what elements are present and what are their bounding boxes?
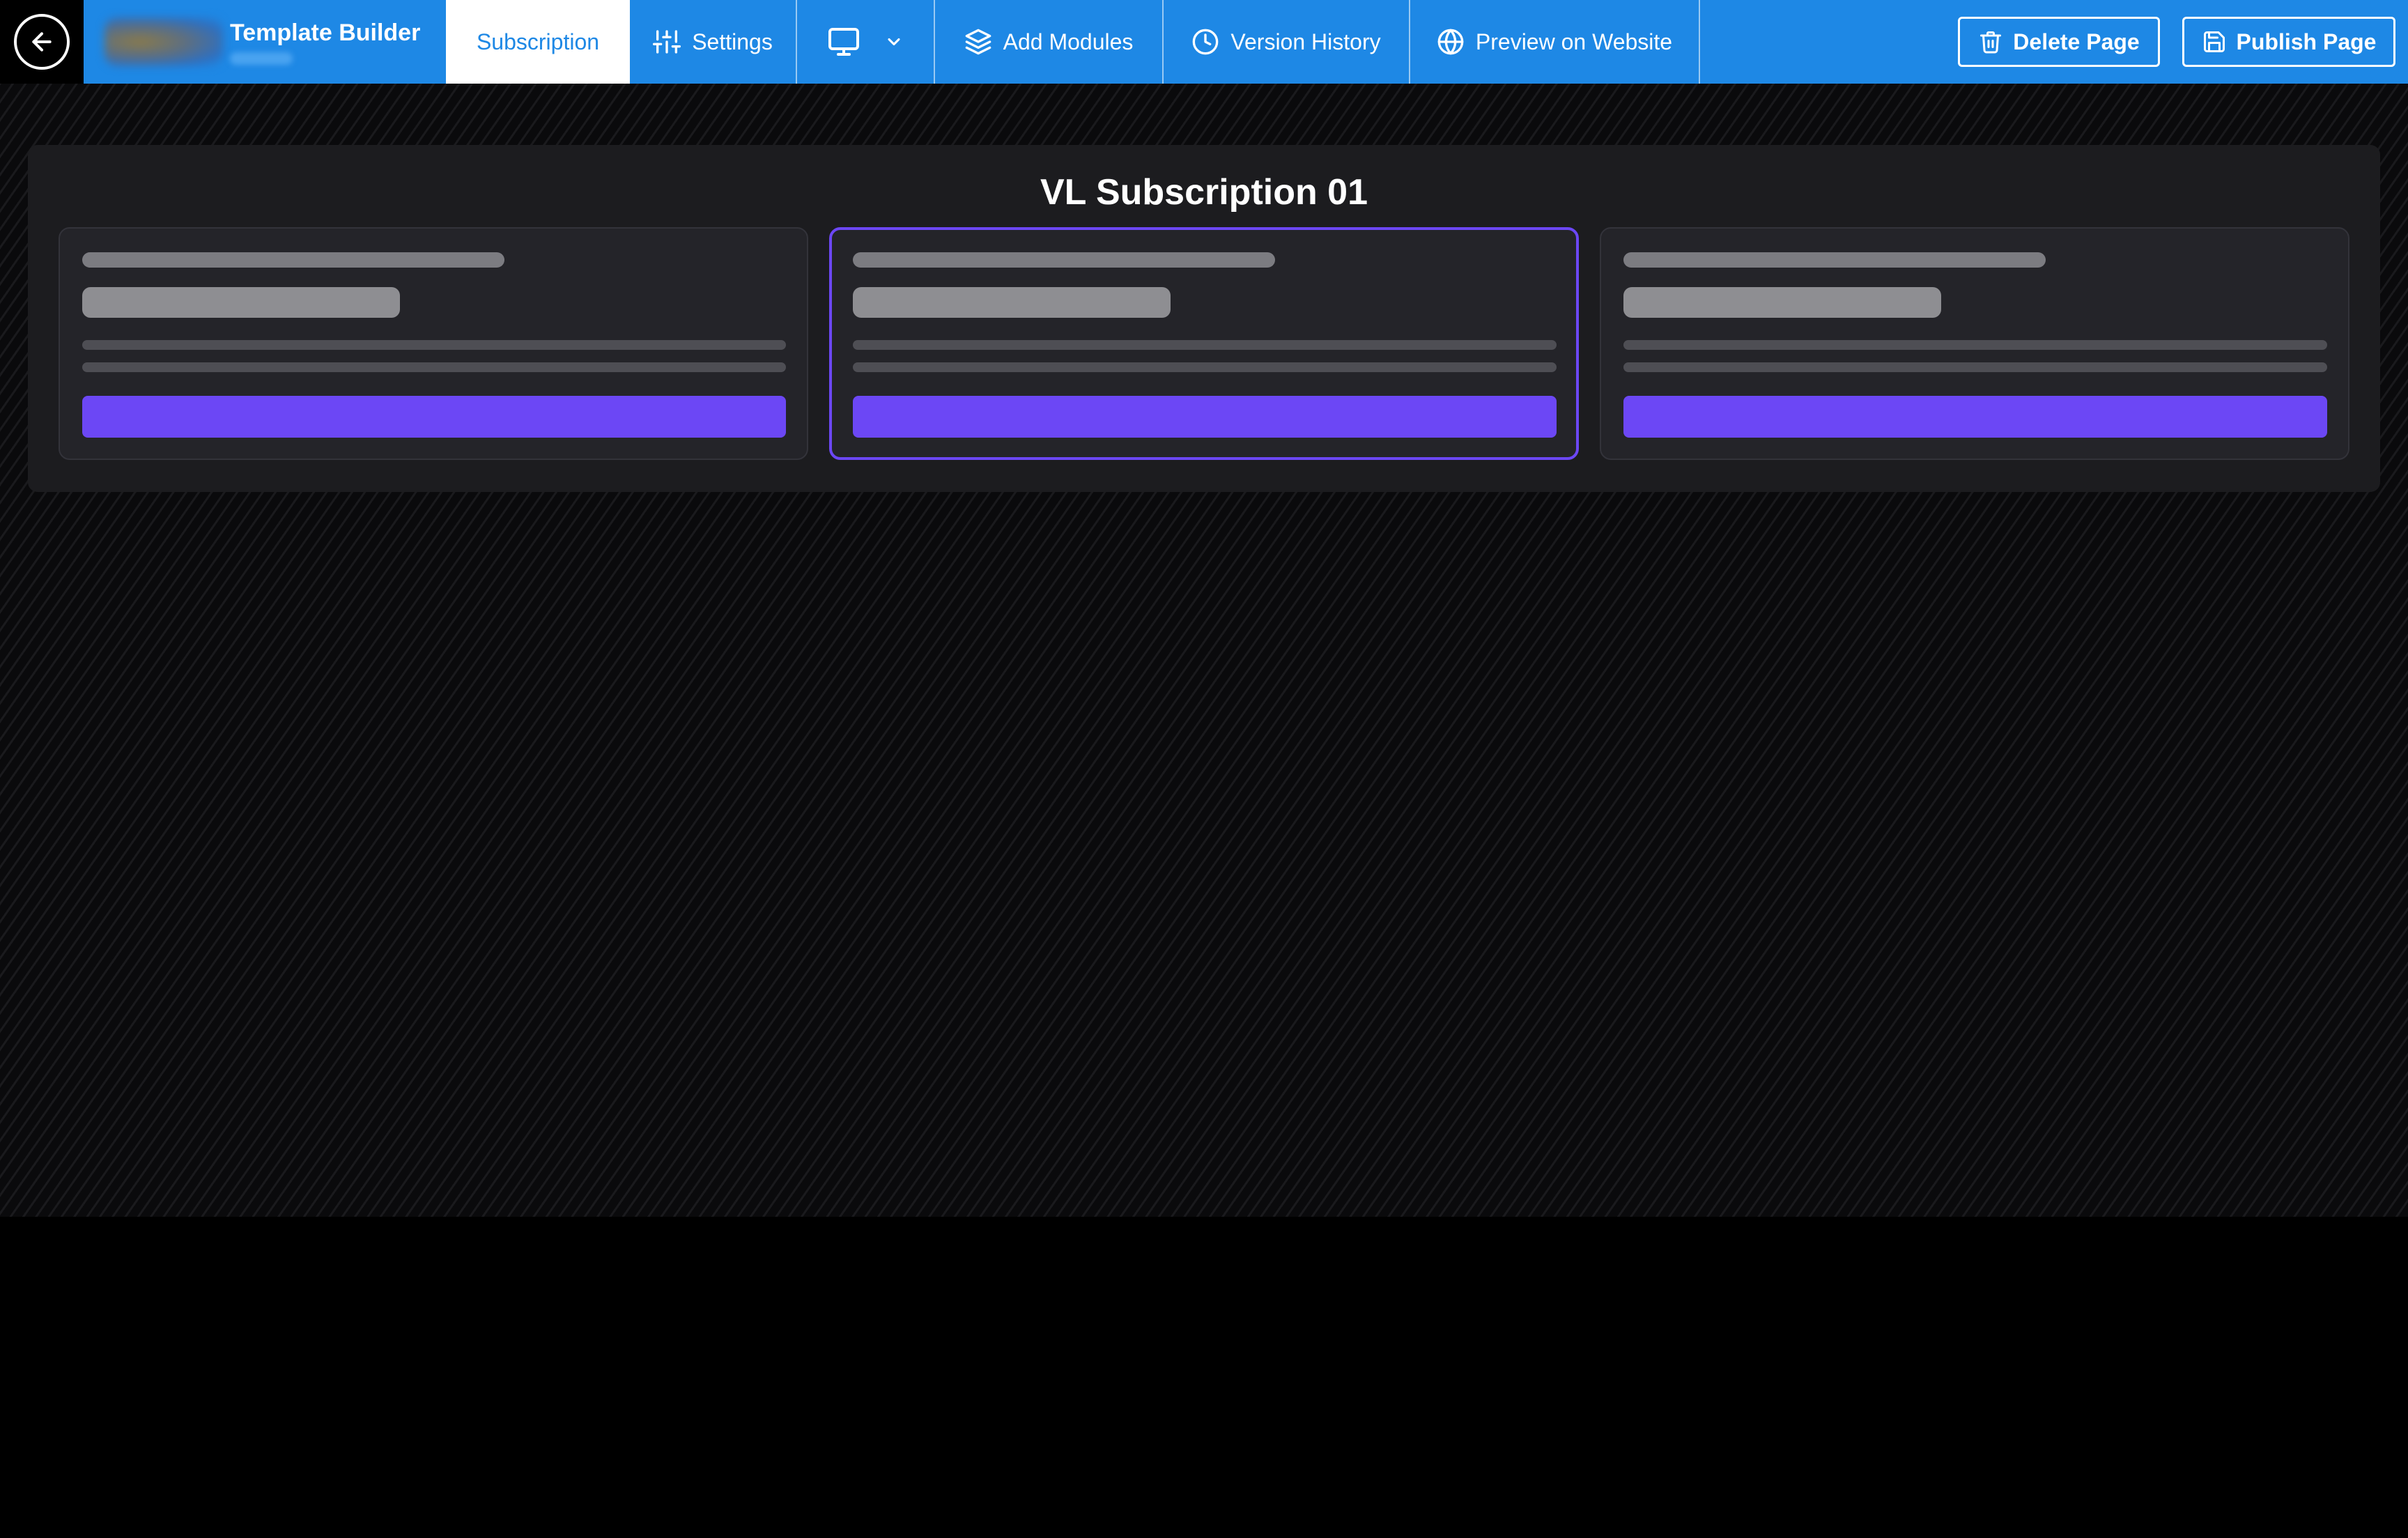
tab-preview-on-website[interactable]: Preview on Website	[1410, 0, 1700, 84]
layers-icon	[965, 29, 991, 55]
chevron-down-icon	[888, 38, 900, 46]
skeleton-line	[853, 362, 1557, 372]
brand: Template Builder	[84, 0, 446, 84]
tab-version-history[interactable]: Version History	[1164, 0, 1410, 84]
device-selector-dropdown[interactable]	[797, 0, 935, 84]
card-cta-button[interactable]	[82, 396, 786, 438]
tab-settings-label: Settings	[692, 29, 773, 54]
trash-icon	[1980, 31, 2002, 54]
app-title: Template Builder	[230, 19, 421, 46]
tab-preview-label: Preview on Website	[1475, 29, 1673, 54]
monitor-icon	[828, 28, 859, 56]
card-cta-button[interactable]	[1623, 396, 2327, 438]
brand-logo	[105, 17, 223, 66]
skeleton-heading	[82, 287, 400, 318]
back-button-area	[0, 0, 84, 84]
save-icon	[2203, 31, 2225, 52]
builder-canvas: VL Subscription 01	[0, 84, 2408, 1217]
tab-subscription[interactable]: Subscription	[446, 0, 630, 84]
publish-page-label: Publish Page	[2236, 29, 2377, 54]
skeleton-line	[1623, 340, 2327, 350]
page-actions: Delete Page Publish Page	[1958, 0, 2408, 84]
skeleton-line	[1623, 252, 2046, 268]
publish-page-button[interactable]: Publish Page	[2182, 17, 2395, 67]
skeleton-heading	[853, 287, 1171, 318]
skeleton-heading	[1623, 287, 1941, 318]
tab-settings[interactable]: Settings	[630, 0, 797, 84]
brand-subtitle-blurred	[230, 52, 293, 65]
skeleton-line	[853, 340, 1557, 350]
globe-icon	[1437, 29, 1464, 55]
top-toolbar: Template Builder Subscription Settings A…	[0, 0, 2408, 84]
skeleton-line	[82, 252, 504, 268]
skeleton-line	[853, 252, 1275, 268]
module-title: VL Subscription 01	[1040, 172, 1368, 213]
tab-add-modules-label: Add Modules	[1003, 29, 1134, 54]
clock-icon	[1193, 29, 1219, 55]
card-cta-button[interactable]	[853, 396, 1557, 438]
delete-page-label: Delete Page	[2013, 29, 2140, 54]
arrow-left-icon	[32, 32, 52, 52]
delete-page-button[interactable]: Delete Page	[1958, 17, 2160, 67]
skeleton-line	[1623, 362, 2327, 372]
sliders-icon	[653, 30, 681, 54]
subscription-card-1[interactable]	[59, 227, 808, 460]
tab-subscription-label: Subscription	[476, 29, 600, 54]
subscription-card-3[interactable]	[1600, 227, 2349, 460]
subscription-card-2[interactable]	[829, 227, 1579, 460]
skeleton-line	[82, 362, 786, 372]
back-button[interactable]	[14, 14, 70, 70]
subscription-module[interactable]: VL Subscription 01	[28, 145, 2380, 492]
tab-add-modules[interactable]: Add Modules	[935, 0, 1164, 84]
skeleton-line	[82, 340, 786, 350]
tab-version-history-label: Version History	[1230, 29, 1381, 54]
